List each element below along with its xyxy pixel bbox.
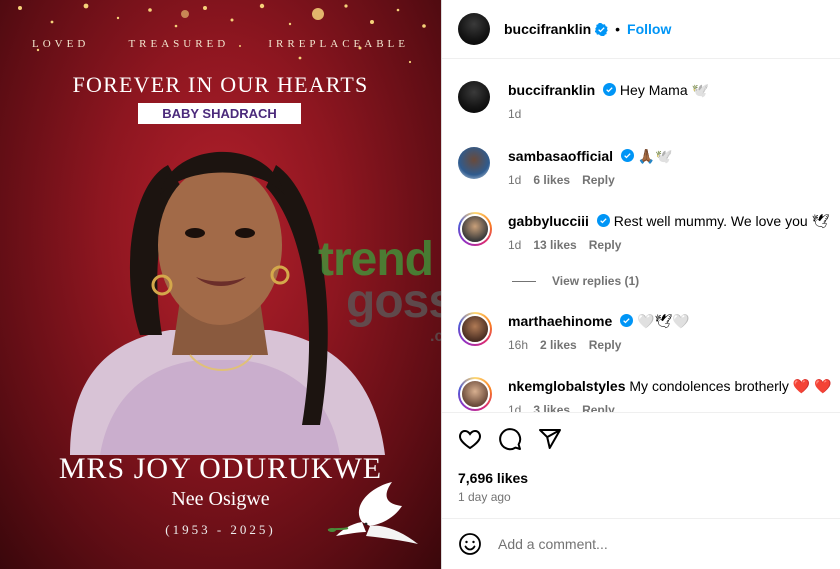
reply-button[interactable]: Reply [582, 401, 615, 412]
commenter-avatar[interactable] [458, 212, 492, 246]
poster-title: FOREVER IN OUR HEARTS [72, 72, 369, 97]
commenter-avatar[interactable] [458, 377, 492, 411]
comment-username[interactable]: nkemglobalstyles [508, 378, 626, 394]
comment-text: My condolences brotherly ❤️ ❤️ [629, 378, 832, 394]
comment-item: marthaehinome 🤍🕊🤍 16h 2 likes Reply [458, 312, 690, 354]
comment-likes[interactable]: 2 likes [540, 336, 577, 354]
poster-word: IRREPLACEABLE [268, 38, 409, 50]
comment-text: 🤍🕊🤍 [637, 313, 690, 329]
verified-icon [620, 149, 634, 162]
verified-icon [620, 314, 634, 327]
poster-word: TREASURED [128, 38, 230, 50]
comments-list[interactable]: buccifranklin Hey Mama 🕊️ 1d sambasaoffi… [442, 59, 840, 412]
heart-icon[interactable] [458, 427, 482, 451]
poster-word: LOVED [32, 38, 90, 50]
comment-text: 🙏🏾🕊️ [637, 148, 673, 164]
separator-dot: • [615, 21, 621, 37]
comment-time: 16h [508, 338, 529, 352]
verified-icon [595, 22, 608, 36]
comment-item: buccifranklin Hey Mama 🕊️ 1d [458, 81, 709, 123]
comment-time: 1d [508, 107, 522, 121]
comment-icon[interactable] [498, 427, 522, 451]
comment-likes[interactable]: 6 likes [533, 171, 570, 189]
comment-username[interactable]: buccifranklin [508, 82, 595, 98]
post-image[interactable]: LOVED TREASURED IRREPLACEABLE FOREVER IN… [0, 0, 441, 569]
post-timestamp: 1 day ago [458, 490, 511, 504]
reply-button[interactable]: Reply [582, 171, 615, 189]
poster-words: LOVED TREASURED IRREPLACEABLE [0, 38, 441, 50]
author-username[interactable]: buccifranklin [504, 21, 591, 37]
verified-icon [603, 83, 617, 96]
comment-item: nkemglobalstyles My condolences brotherl… [458, 377, 832, 412]
commenter-avatar[interactable] [458, 312, 492, 346]
comment-item: sambasaofficial 🙏🏾🕊️ 1d 6 likes Reply [458, 147, 673, 189]
post-likes-count[interactable]: 7,696 likes [458, 470, 528, 486]
comment-input[interactable]: Add a comment... [498, 536, 608, 552]
emoji-icon[interactable] [458, 532, 482, 556]
view-replies-label: View replies (1) [552, 274, 640, 288]
watermark-com: .com [430, 328, 441, 345]
dove-icon [327, 482, 418, 544]
post-side-panel: buccifranklin • Follow buccifranklin Hey… [441, 0, 840, 569]
comment-time: 1d [508, 238, 522, 252]
post-actions: 7,696 likes 1 day ago [442, 412, 840, 518]
follow-button[interactable]: Follow [627, 21, 671, 37]
comment-time: 1d [508, 173, 522, 187]
add-comment-bar: Add a comment... [442, 518, 840, 569]
verified-icon [596, 214, 610, 227]
comment-likes[interactable]: 3 likes [533, 401, 570, 412]
commenter-avatar[interactable] [458, 147, 490, 179]
share-icon[interactable] [538, 427, 562, 451]
replies-divider [512, 280, 536, 282]
post-header: buccifranklin • Follow [442, 0, 840, 59]
comment-username[interactable]: sambasaofficial [508, 148, 613, 164]
reply-button[interactable]: Reply [589, 336, 622, 354]
comment-time: 1d [508, 403, 522, 412]
commenter-avatar[interactable] [458, 81, 490, 113]
comment-username[interactable]: gabbylucciii [508, 213, 589, 229]
comment-text: Hey Mama 🕊️ [619, 82, 709, 98]
portrait-illustration [70, 151, 385, 455]
view-replies-button[interactable]: View replies (1) [512, 274, 639, 288]
comment-text: Rest well mummy. We love you 🕊 [613, 213, 830, 229]
comment-likes[interactable]: 13 likes [533, 236, 576, 254]
comment-item: gabbylucciii Rest well mummy. We love yo… [458, 212, 829, 254]
author-avatar[interactable] [458, 13, 490, 45]
poster-name-tag: BABY SHADRACH [138, 103, 301, 124]
comment-username[interactable]: marthaehinome [508, 313, 612, 329]
reply-button[interactable]: Reply [589, 236, 622, 254]
